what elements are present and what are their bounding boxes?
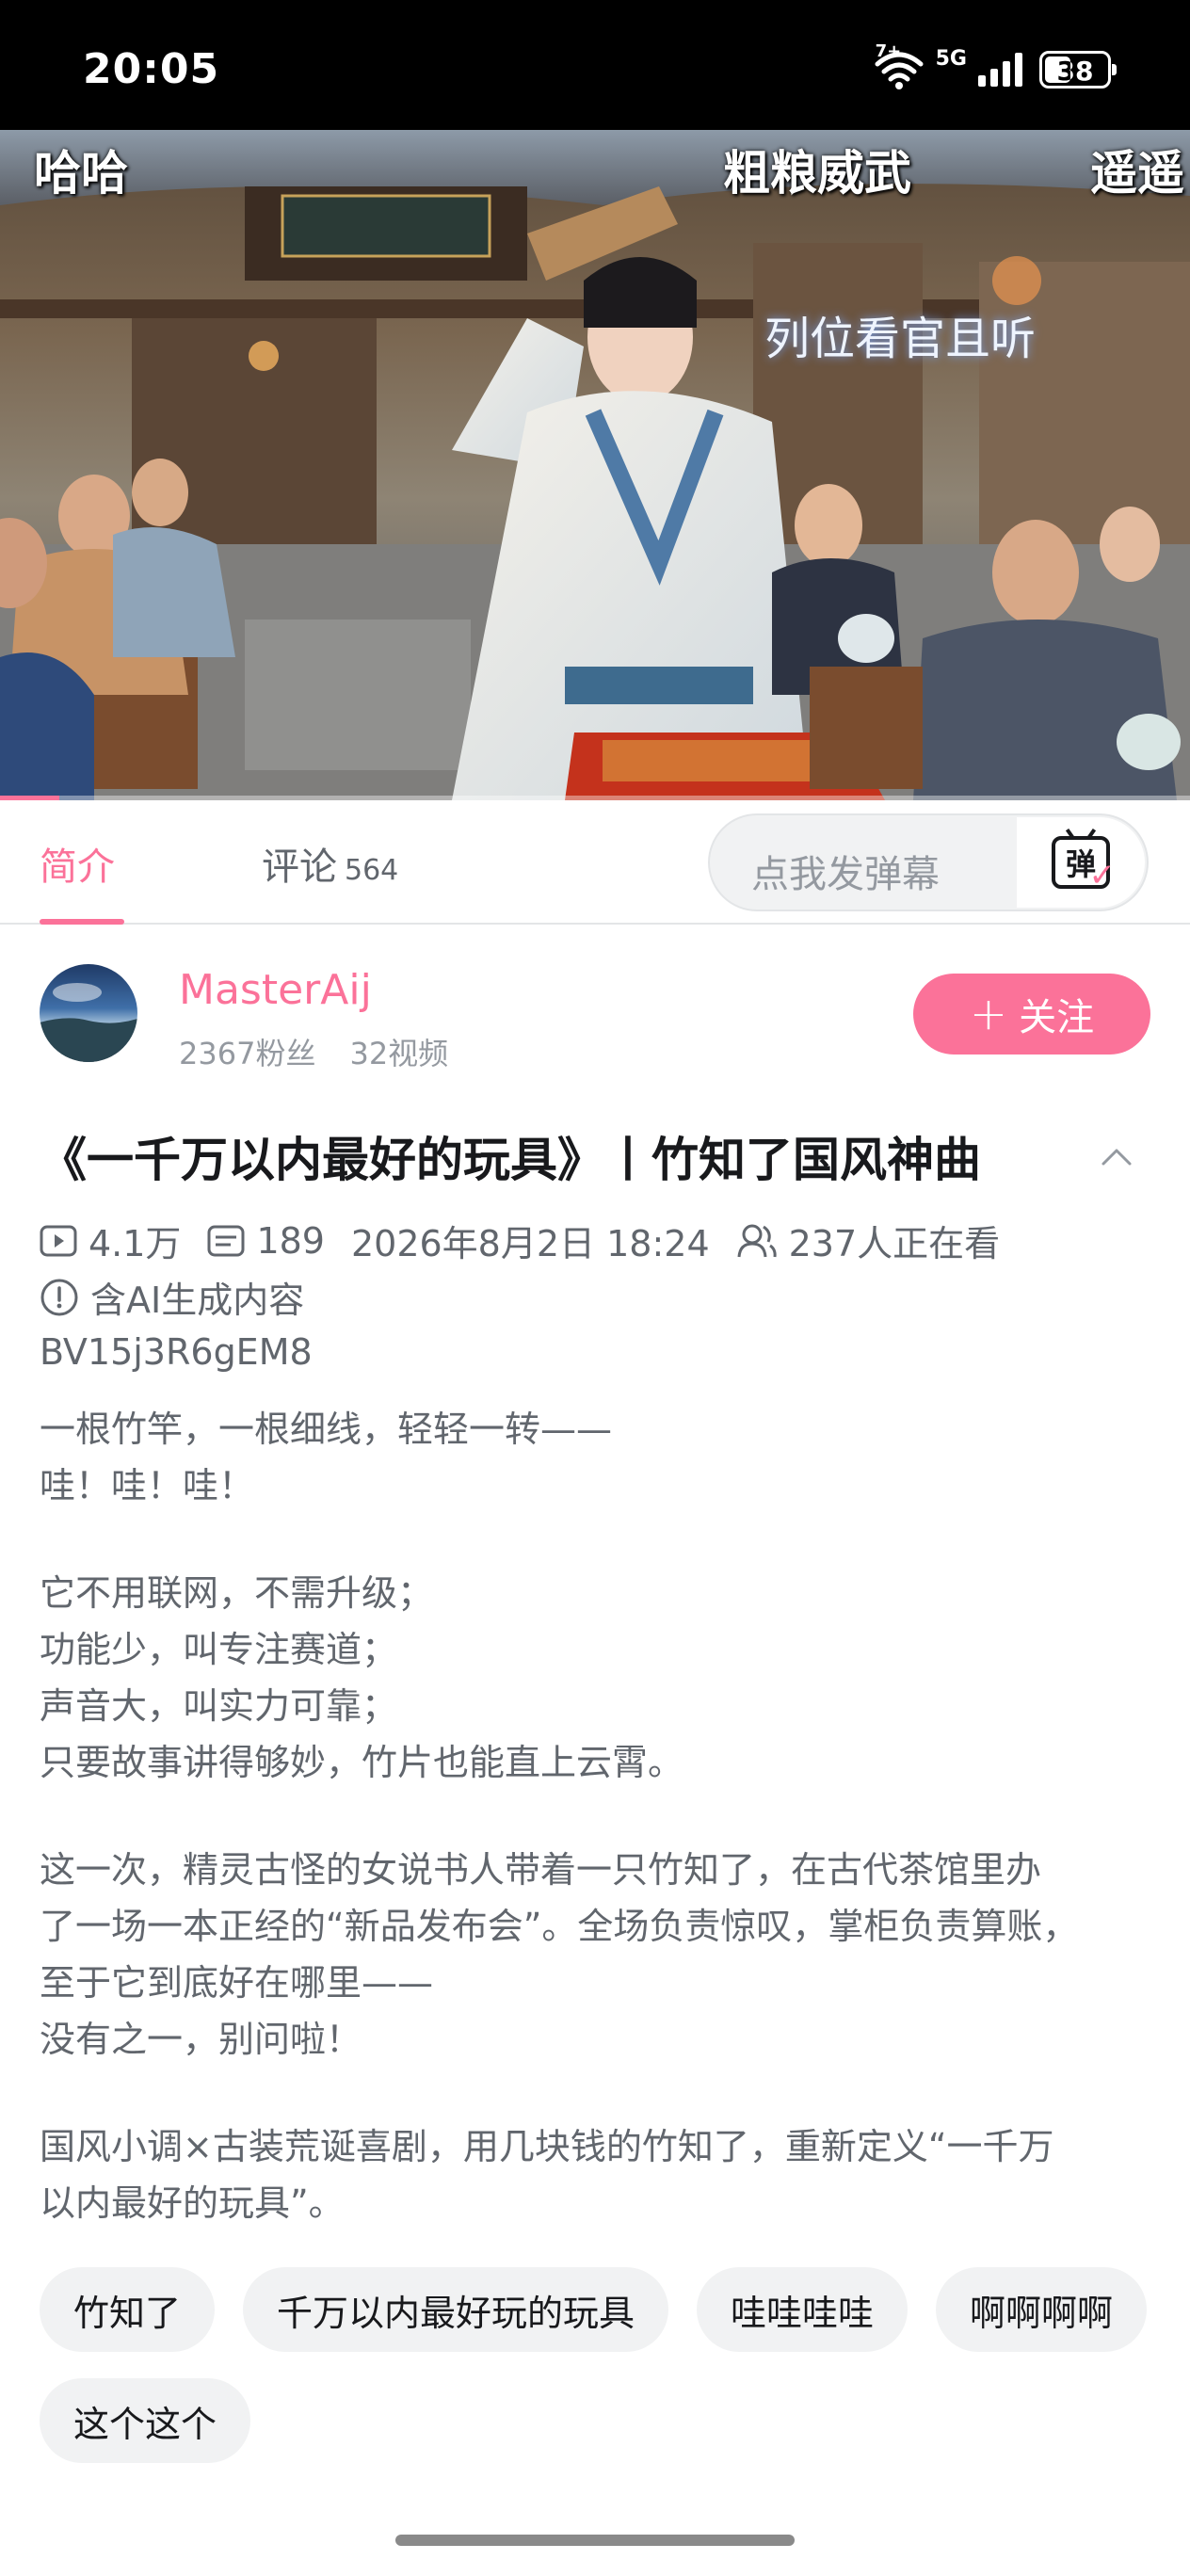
chevron-up-icon[interactable] — [1100, 1139, 1134, 1173]
tab-intro[interactable]: 简介 — [40, 836, 115, 891]
description-line: 一根竹竿，一根细线，轻轻一转—— — [40, 1409, 613, 1450]
battery-level: 38 — [1056, 56, 1094, 87]
avatar[interactable] — [40, 964, 137, 1062]
description-line: 以内最好的玩具”。 — [40, 2182, 345, 2224]
publish-time: 2026年8月2日 18:24 — [350, 1223, 710, 1264]
tag-list: 竹知了 千万以内最好玩的玩具 哇哇哇哇 啊啊啊啊这个这个 — [40, 2267, 1160, 2463]
danmaku-count-icon — [207, 1225, 245, 1256]
video-subtitle: 列位看官且听 — [764, 313, 1037, 365]
description-line: 国风小调×古装荒诞喜剧，用几块钱的竹知了，重新定义“一千万 — [40, 2126, 1054, 2167]
danmaku-toggle-icon: 弹 ✓ — [1052, 836, 1116, 894]
status-bar: 20:05 7+ 5G 38 — [0, 0, 1190, 130]
follow-label: 关注 — [1019, 996, 1095, 1039]
bvid[interactable]: BV15j3R6gEM8 — [40, 1331, 313, 1373]
tag-chip[interactable]: 竹知了 — [40, 2267, 216, 2352]
battery-icon: 38 — [1039, 51, 1117, 89]
ai-content-note: 含AI生成内容 — [40, 1271, 304, 1323]
tag-chip[interactable]: 这个这个 — [40, 2378, 251, 2463]
follow-button[interactable]: + 关注 — [913, 974, 1150, 1055]
tag-chip[interactable]: 哇哇哇哇 — [697, 2267, 909, 2352]
watching-people-icon — [737, 1224, 777, 1257]
description-line — [40, 1514, 1160, 1565]
wifi-icon: 7+ — [874, 41, 925, 90]
tag-chip[interactable]: 啊啊啊啊 — [936, 2267, 1148, 2352]
danmaku-input-placeholder: 点我发弹幕 — [751, 853, 940, 896]
tab-comments-label: 评论 — [262, 845, 337, 889]
danmaku-count: 189 — [256, 1219, 325, 1262]
danmaku-bullet: 哈哈 — [34, 146, 128, 201]
danmaku-bullet: 遥遥 — [1090, 146, 1184, 201]
description-line: 哇！哇！哇！ — [40, 1465, 255, 1506]
description-line: 只要故事讲得够妙，竹片也能直上云霄。 — [40, 1742, 684, 1783]
danmaku-toggle-button[interactable]: 弹 ✓ — [1017, 817, 1145, 908]
video-stats: 4.1万 189 2026年8月2日 18:24 237人正在看 — [40, 1215, 1000, 1266]
description-line: 声音大，叫实力可靠； — [40, 1685, 398, 1727]
uploader-section: MasterAij 2367粉丝 32视频 + 关注 — [0, 932, 1190, 1092]
description-line: 功能少，叫专注赛道； — [40, 1629, 398, 1670]
uploader-name[interactable]: MasterAij — [179, 966, 372, 1014]
video-description: 一根竹竿，一根细线，轻轻一转—— 哇！哇！哇！ 它不用联网，不需升级； 功能少，叫专注… — [40, 1401, 1160, 2231]
danmaku-bullet: 粗粮威武 — [723, 146, 911, 201]
watching-count: 237人正在看 — [788, 1223, 1001, 1264]
video-frame — [0, 130, 1190, 800]
plus-icon: + — [969, 988, 1008, 1040]
description-line — [40, 2068, 1160, 2118]
tab-active-indicator — [40, 919, 124, 925]
check-icon: ✓ — [1088, 857, 1117, 894]
tag-chip[interactable]: 千万以内最好玩的玩具 — [243, 2267, 669, 2352]
video-player[interactable]: 哈哈 粗粮威武 遥遥 列位看官且听 — [0, 130, 1190, 800]
tab-comments[interactable]: 评论 564 — [262, 836, 398, 891]
status-time: 20:05 — [83, 45, 220, 93]
play-count-icon — [40, 1225, 77, 1256]
description-line: 至于它到底好在哪里—— — [40, 1962, 434, 2004]
danmaku-input[interactable]: 点我发弹幕 弹 ✓ — [708, 813, 1149, 911]
uploader-videos: 32视频 — [349, 1036, 449, 1071]
network-type: 5G — [935, 46, 967, 71]
comments-count: 564 — [345, 854, 399, 887]
signal-icon — [978, 53, 1022, 87]
detail-tab-bar: 简介 评论 564 点我发弹幕 弹 ✓ — [0, 800, 1190, 925]
description-line: 这一次，精灵古怪的女说书人带着一只竹知了，在古代茶馆里办 — [40, 1849, 1042, 1891]
description-line — [40, 1791, 1160, 1842]
ai-content-label: 含AI生成内容 — [90, 1280, 305, 1321]
description-line: 没有之一，别问啦！ — [40, 2019, 362, 2060]
view-count: 4.1万 — [88, 1223, 182, 1264]
wifi-badge: 7+ — [875, 41, 902, 61]
uploader-fans: 2367粉丝 — [179, 1036, 316, 1071]
video-title: 《一千万以内最好的玩具》丨竹知了国风神曲 — [40, 1133, 981, 1187]
status-icons: 7+ 5G 38 — [874, 41, 1117, 90]
description-line: 它不用联网，不需升级； — [40, 1572, 434, 1614]
uploader-stats: 2367粉丝 32视频 — [179, 1030, 448, 1073]
home-indicator[interactable] — [395, 2535, 795, 2546]
info-circle-icon — [40, 1279, 78, 1315]
description-line: 了一场一本正经的“新品发布会”。全场负责惊叹，掌柜负责算账， — [40, 1906, 1079, 1947]
